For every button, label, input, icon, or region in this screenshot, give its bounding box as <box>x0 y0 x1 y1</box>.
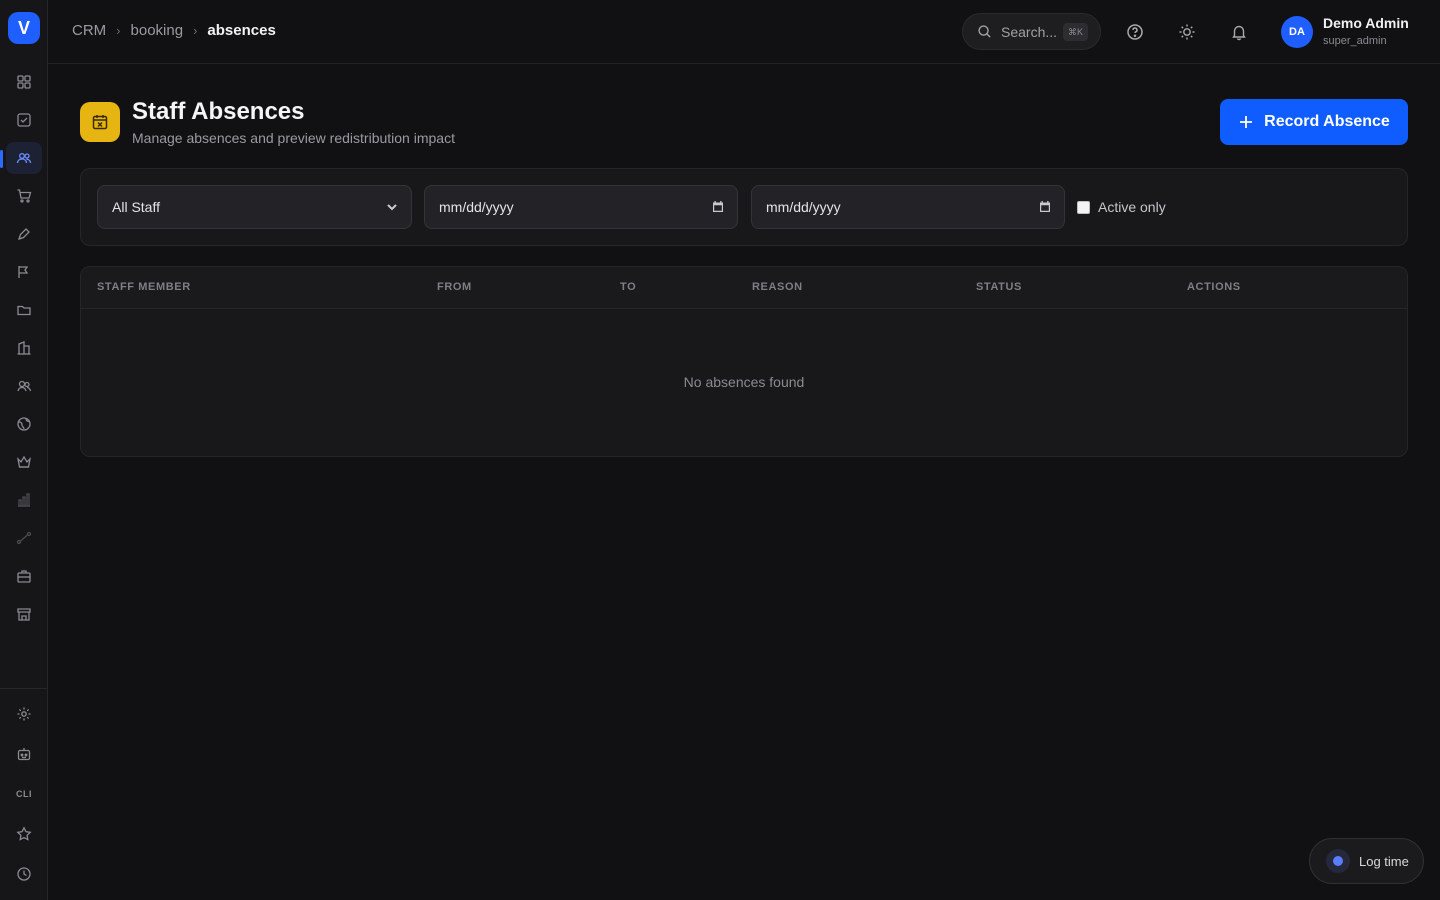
folder-icon[interactable] <box>6 294 42 326</box>
date-from-placeholder: mm/dd/yyyy <box>439 199 514 215</box>
briefcase-icon[interactable] <box>6 560 42 592</box>
theme-toggle-icon[interactable] <box>1175 20 1199 44</box>
column-to: TO <box>620 281 637 293</box>
breadcrumb: CRM › booking › absences <box>72 22 276 39</box>
tasks-icon[interactable] <box>6 104 42 136</box>
staff-select[interactable]: All Staff <box>97 185 412 229</box>
calendar-x-icon <box>80 102 120 142</box>
building-icon[interactable] <box>6 332 42 364</box>
store-icon[interactable] <box>6 598 42 630</box>
chart-icon[interactable] <box>6 484 42 516</box>
sidebar: V CLI <box>0 0 48 900</box>
table-header: STAFF MEMBER FROM TO REASON STATUS ACTIO… <box>81 267 1407 309</box>
user-role: super_admin <box>1323 35 1387 47</box>
absences-table: STAFF MEMBER FROM TO REASON STATUS ACTIO… <box>80 266 1408 457</box>
search-button[interactable]: Search... ⌘K <box>962 13 1101 50</box>
clock-icon[interactable] <box>6 858 42 890</box>
globe-icon[interactable] <box>6 408 42 440</box>
empty-state-message: No absences found <box>683 374 805 390</box>
log-time-label: Log time <box>1359 853 1409 869</box>
chevron-right-icon: › <box>116 23 121 38</box>
record-absence-label: Record Absence <box>1264 113 1390 130</box>
breadcrumb-crm[interactable]: CRM <box>72 22 106 39</box>
column-reason: REASON <box>752 281 803 293</box>
route-icon[interactable] <box>6 522 42 554</box>
timer-icon <box>1326 849 1350 873</box>
date-to-input[interactable]: mm/dd/yyyy <box>751 185 1065 229</box>
users-icon[interactable] <box>6 142 42 174</box>
dashboard-icon[interactable] <box>6 66 42 98</box>
star-icon[interactable] <box>6 818 42 850</box>
avatar[interactable]: DA <box>1281 16 1313 48</box>
help-icon[interactable] <box>1123 20 1147 44</box>
contacts-icon[interactable] <box>6 370 42 402</box>
bell-icon[interactable] <box>1227 20 1251 44</box>
active-only-checkbox[interactable] <box>1077 200 1090 214</box>
chevron-right-icon: › <box>193 23 198 38</box>
date-to-placeholder: mm/dd/yyyy <box>766 199 841 215</box>
filters-panel: All Staff mm/dd/yyyy mm/dd/yyyy Active o… <box>80 168 1408 246</box>
breadcrumb-absences: absences <box>207 22 276 39</box>
chevron-down-icon <box>387 204 397 211</box>
plus-icon <box>1240 116 1253 128</box>
robot-icon[interactable] <box>6 738 42 770</box>
page-subtitle: Manage absences and preview redistributi… <box>132 130 455 146</box>
breadcrumb-booking[interactable]: booking <box>131 22 184 39</box>
app-logo[interactable]: V <box>8 12 40 44</box>
active-indicator <box>0 150 3 168</box>
date-from-input[interactable]: mm/dd/yyyy <box>424 185 738 229</box>
calendar-icon <box>713 201 723 212</box>
staff-select-value: All Staff <box>112 199 160 215</box>
search-placeholder: Search... <box>1001 23 1058 40</box>
column-status: STATUS <box>976 281 1022 293</box>
active-only-label: Active only <box>1098 199 1166 215</box>
topbar: CRM › booking › absences Search... ⌘K DA… <box>48 0 1440 64</box>
crown-icon[interactable] <box>6 446 42 478</box>
cart-icon[interactable] <box>6 180 42 212</box>
pen-icon[interactable] <box>6 218 42 250</box>
column-from: FROM <box>437 281 472 293</box>
column-staff-member: STAFF MEMBER <box>97 281 191 293</box>
campaign-icon[interactable] <box>6 256 42 288</box>
column-actions: ACTIONS <box>1187 281 1241 293</box>
log-time-button[interactable]: Log time <box>1309 838 1424 884</box>
sidebar-divider <box>0 688 48 689</box>
record-absence-button[interactable]: Record Absence <box>1220 99 1408 145</box>
page-title: Staff Absences <box>132 98 305 125</box>
active-only-toggle[interactable]: Active only <box>1077 199 1166 215</box>
user-name[interactable]: Demo Admin <box>1323 15 1409 31</box>
calendar-icon <box>1040 201 1050 212</box>
search-shortcut: ⌘K <box>1062 23 1088 41</box>
search-icon <box>978 25 991 38</box>
settings-icon[interactable] <box>6 698 42 730</box>
cli-icon[interactable]: CLI <box>6 778 42 810</box>
